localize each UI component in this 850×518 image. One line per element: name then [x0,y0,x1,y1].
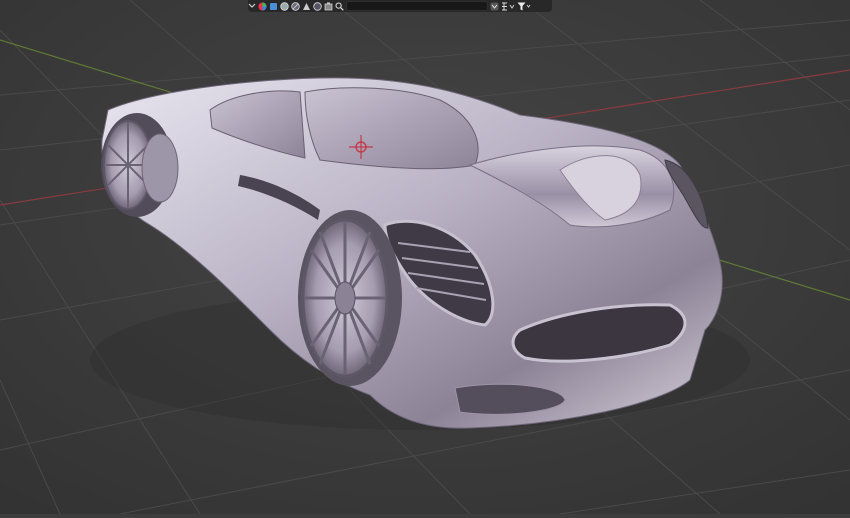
viewport-canvas[interactable] [0,0,850,515]
viewport-header-toolbar [248,0,552,12]
dropdown-chevron-icon[interactable] [248,1,256,11]
3d-viewport[interactable] [0,0,850,515]
filter-funnel-icon[interactable] [517,1,531,11]
outliner-search-input[interactable] [346,1,488,11]
filter-empty-icon[interactable] [313,1,322,11]
shading-color-icon[interactable] [258,1,267,11]
restrict-toggles-icon[interactable] [501,1,515,11]
filter-light-icon[interactable] [291,1,300,11]
filter-camera-icon[interactable] [302,1,311,11]
front-wheel [298,210,402,386]
filter-mesh-icon[interactable] [280,1,289,11]
search-icon [335,1,344,11]
object-type-cube-icon[interactable] [269,1,278,11]
filter-other-icon[interactable] [324,1,333,11]
collapse-icon[interactable] [490,1,499,11]
